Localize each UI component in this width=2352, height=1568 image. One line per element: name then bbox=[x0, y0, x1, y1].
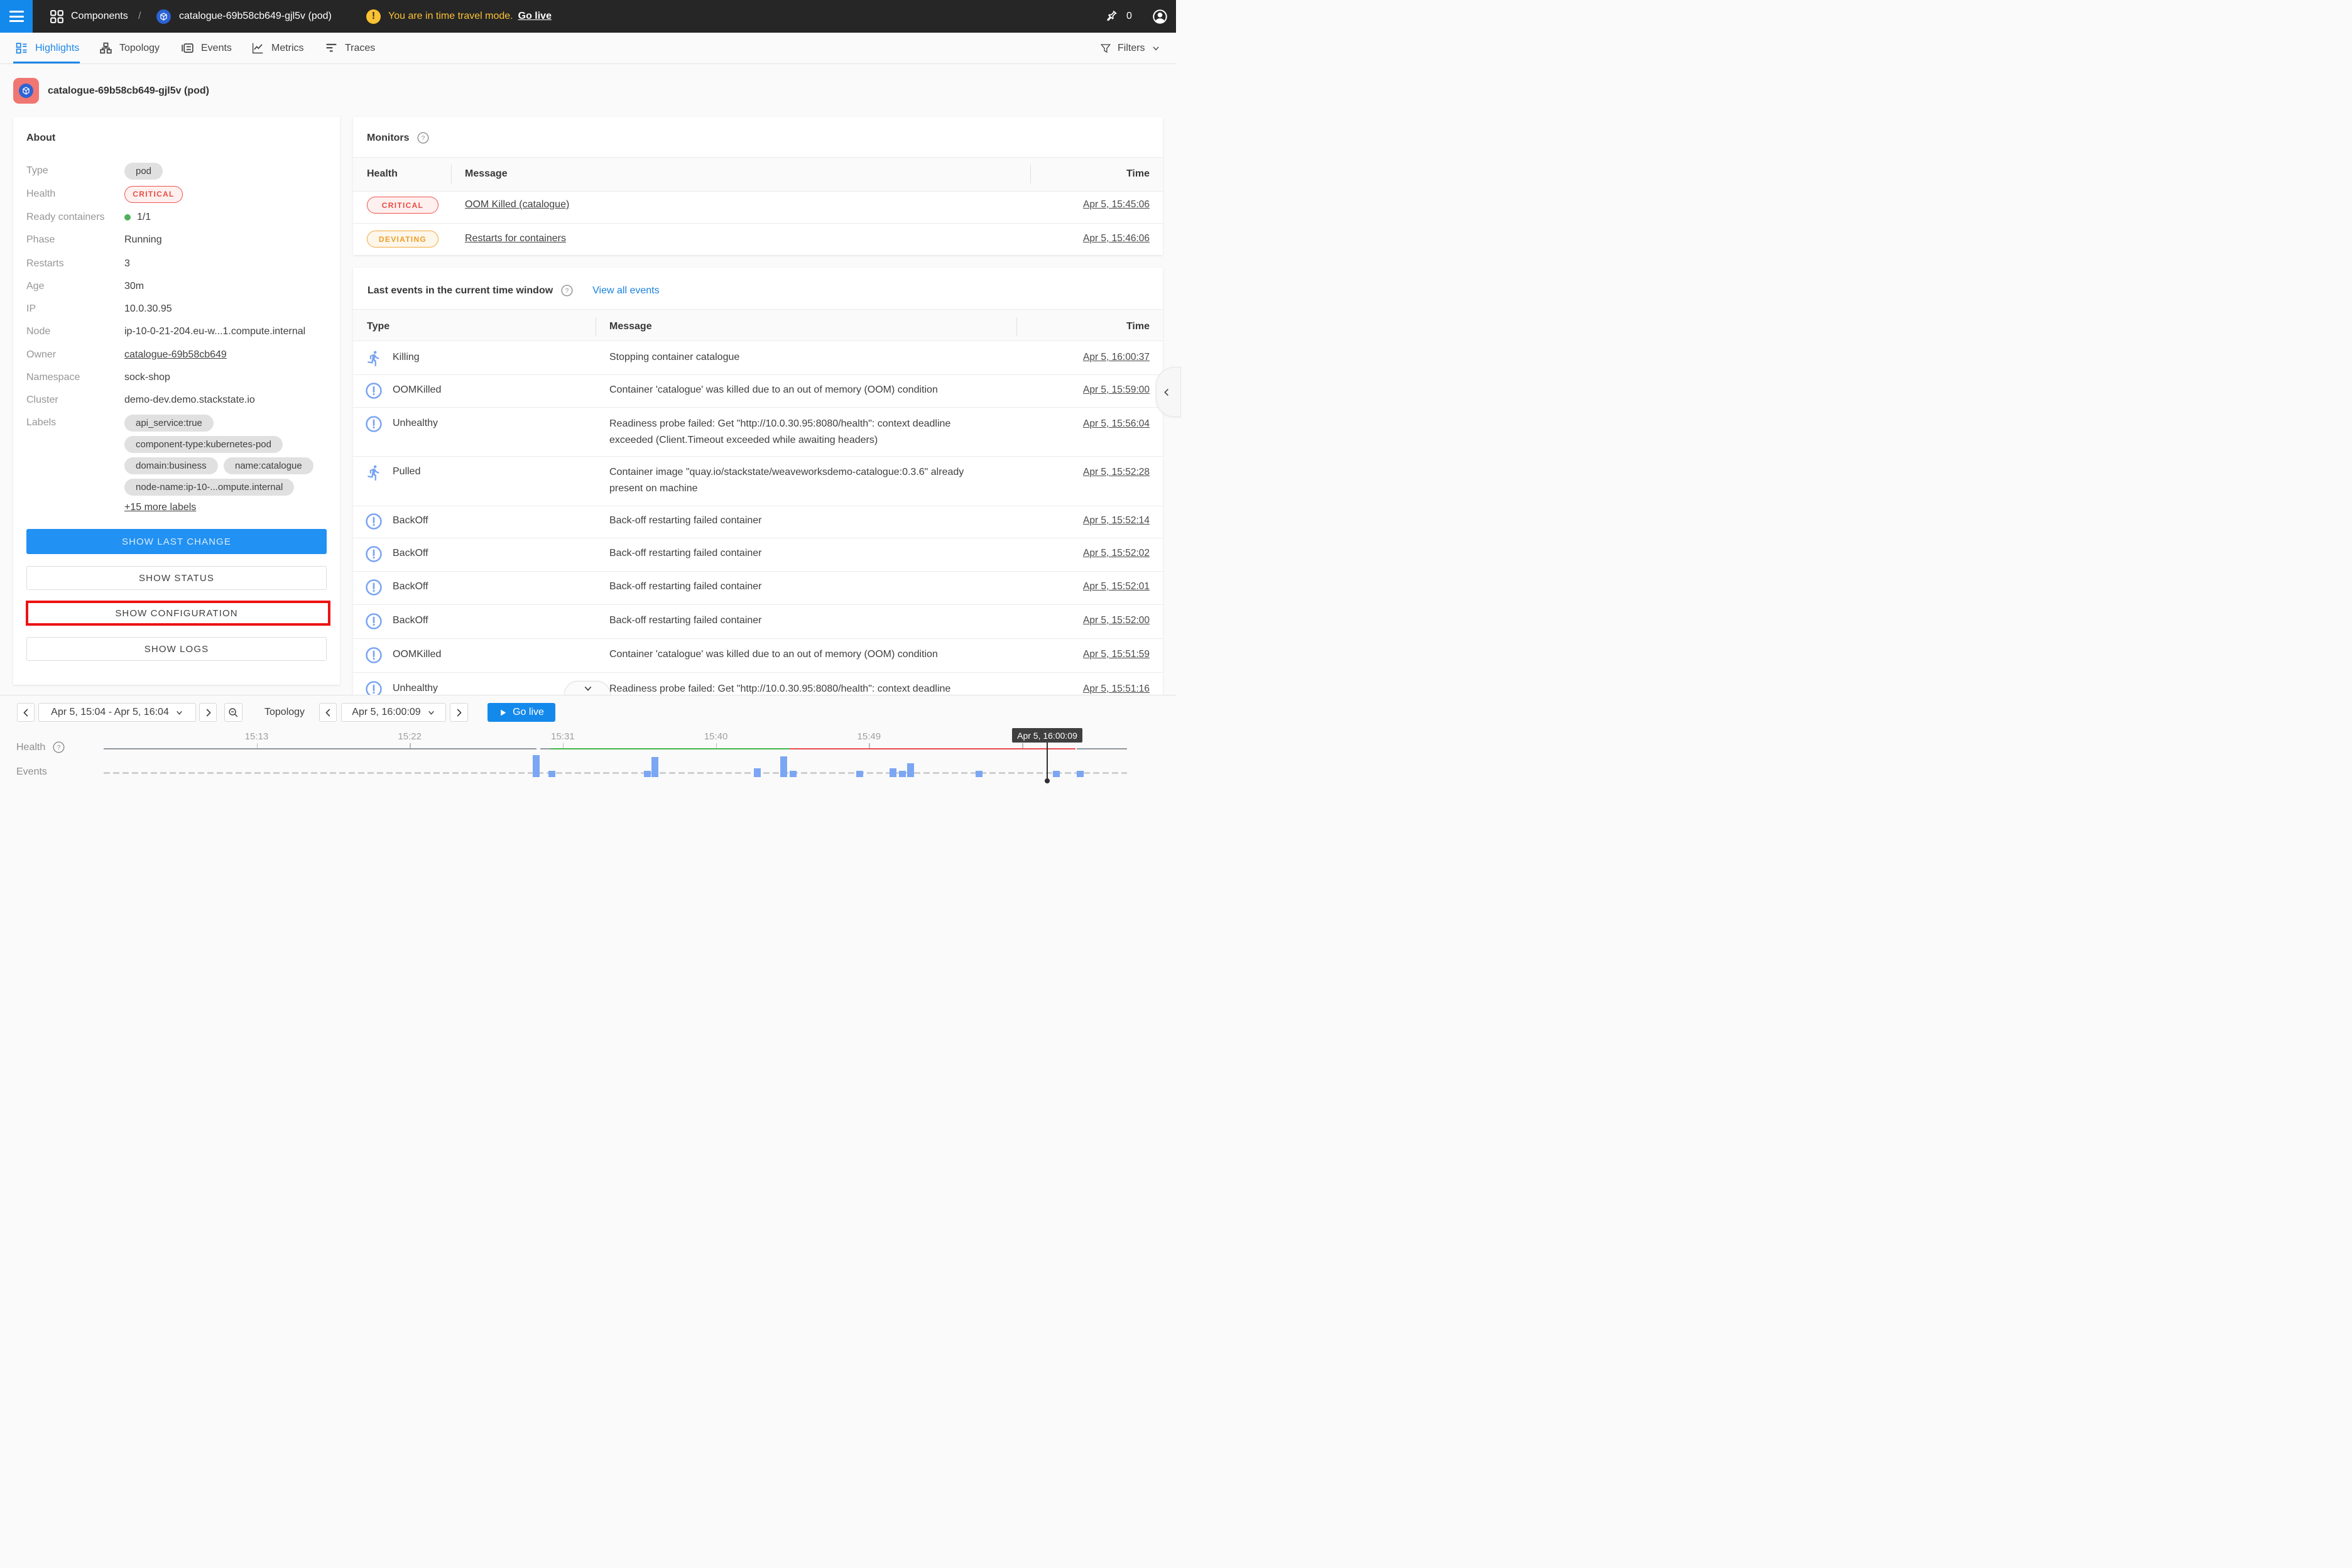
svg-text:?: ? bbox=[421, 135, 425, 142]
svg-text:?: ? bbox=[565, 288, 569, 295]
svg-text:?: ? bbox=[57, 744, 61, 751]
